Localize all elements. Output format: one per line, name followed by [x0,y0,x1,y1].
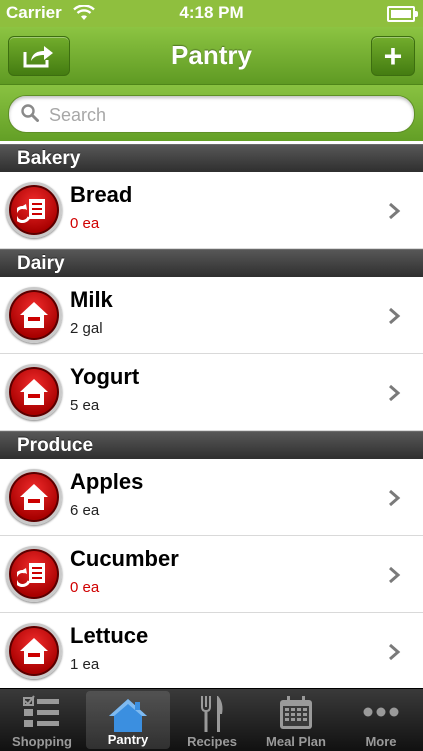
clock: 4:18 PM [179,3,244,22]
list-item-bread[interactable]: Bread 0 ea [0,172,423,249]
chevron-right-icon [389,566,401,584]
item-name: Bread [70,182,133,207]
section-header-dairy: Dairy [0,249,423,277]
tab-recipes[interactable]: Recipes [170,689,254,751]
item-quantity: 2 gal [70,320,103,337]
pantry-list: Bakery Bread 0 ea Dairy Milk 2 gal Yogur… [0,144,423,690]
item-name: Apples [70,469,144,494]
list-item-lettuce[interactable]: Lettuce 1 ea [0,613,423,690]
calendar-icon [280,696,312,729]
tab-more[interactable]: More [339,689,423,751]
item-quantity: 0 ea [70,579,100,596]
house-minus-icon[interactable] [6,623,62,679]
section-header-produce: Produce [0,431,423,459]
search-bar [0,85,423,141]
tab-label: Meal Plan [266,734,326,749]
checklist-icon [23,695,59,727]
item-name: Lettuce [70,623,149,648]
chevron-right-icon [389,202,401,220]
list-item-yogurt[interactable]: Yogurt 5 ea [0,354,423,431]
search-input[interactable] [47,96,401,134]
section-header-bakery: Bakery [0,144,423,172]
item-quantity: 1 ea [70,656,100,673]
chevron-right-icon [389,643,401,661]
fork-knife-icon [201,696,223,732]
tab-pantry[interactable]: Pantry [86,691,170,749]
house-minus-icon[interactable] [6,469,62,525]
list-return-icon[interactable] [6,546,62,602]
tab-bar: Shopping Pantry Recipes Meal Plan More [0,688,423,751]
page-title: Pantry [171,40,252,70]
item-name: Cucumber [70,546,179,571]
battery-icon [387,6,418,22]
list-item-apples[interactable]: Apples 6 ea [0,459,423,536]
item-name: Milk [70,287,113,312]
item-quantity: 0 ea [70,215,100,232]
chevron-right-icon [389,307,401,325]
search-icon [21,104,39,122]
tab-label: More [365,734,397,749]
nav-bar: Pantry + [0,27,423,85]
add-item-button[interactable]: + [371,36,415,76]
plus-icon: + [383,38,403,74]
status-bar: Carrier 4:18 PM [0,0,423,27]
house-minus-icon[interactable] [6,364,62,420]
list-item-cucumber[interactable]: Cucumber 0 ea [0,536,423,613]
house-minus-icon[interactable] [6,287,62,343]
tab-label: Shopping [12,734,72,749]
tab-meal-plan[interactable]: Meal Plan [254,689,338,751]
more-dots-icon [363,707,399,717]
tab-label: Recipes [187,734,237,749]
list-item-milk[interactable]: Milk 2 gal [0,277,423,354]
tab-shopping[interactable]: Shopping [0,689,84,751]
item-name: Yogurt [70,364,140,389]
chevron-right-icon [389,489,401,507]
item-quantity: 6 ea [70,502,100,519]
list-return-icon[interactable] [6,182,62,238]
house-icon [109,699,147,732]
tab-label: Pantry [107,732,149,747]
item-quantity: 5 ea [70,397,100,414]
chevron-right-icon [389,384,401,402]
search-field[interactable] [8,95,415,134]
